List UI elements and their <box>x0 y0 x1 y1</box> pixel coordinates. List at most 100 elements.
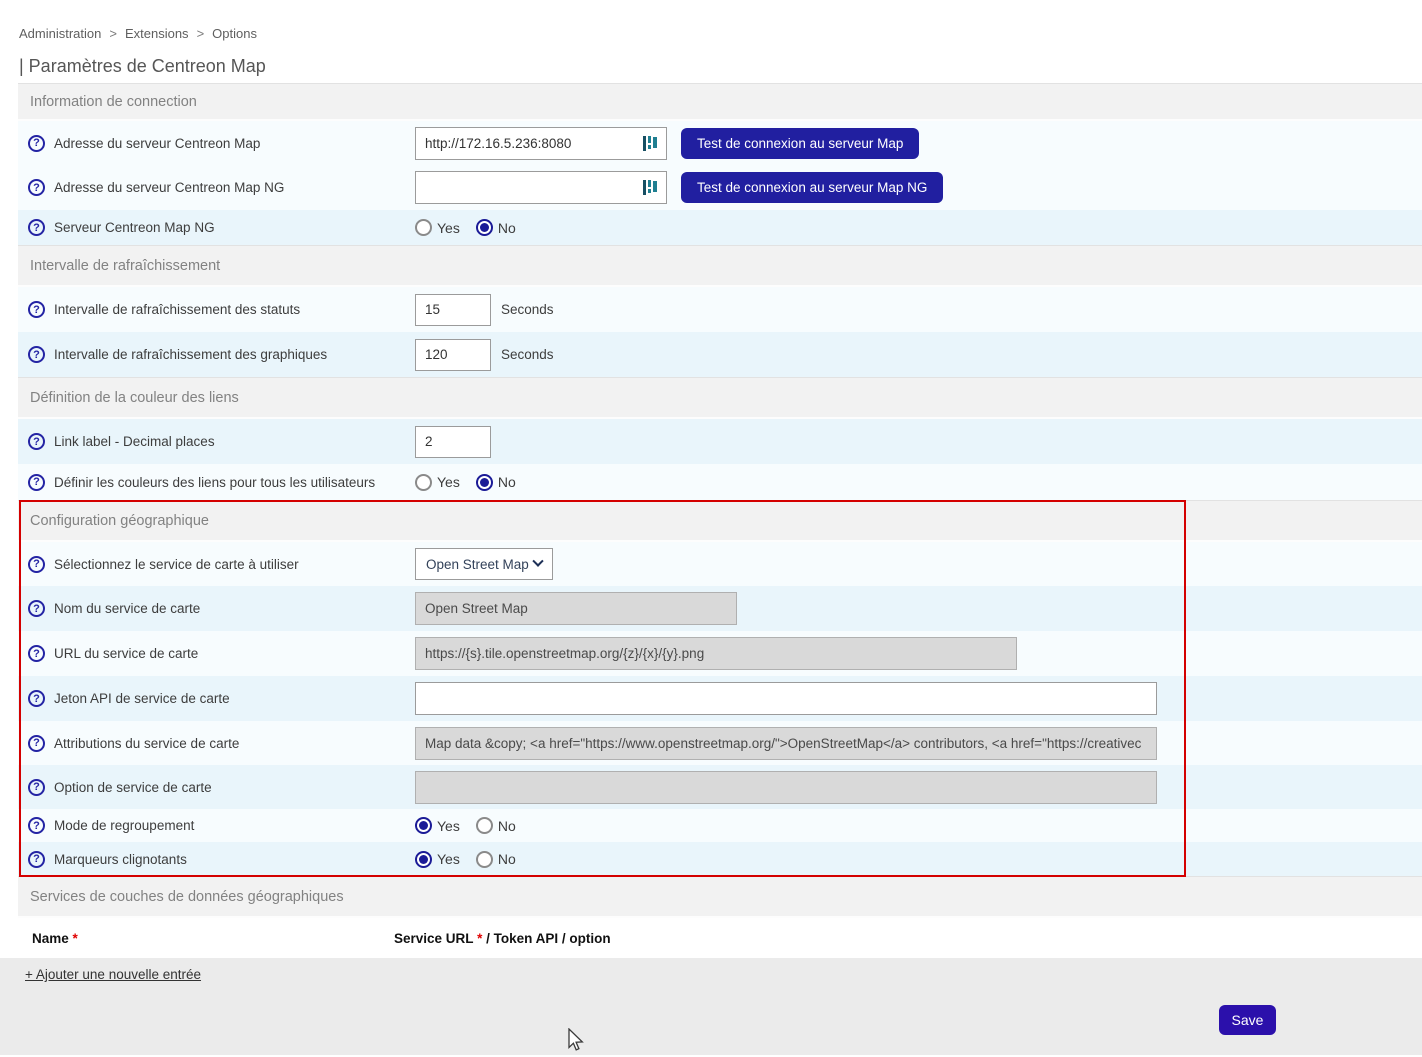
required-marker: * <box>73 931 78 946</box>
help-icon[interactable]: ? <box>28 433 45 450</box>
map-service-name-input <box>415 592 737 625</box>
decimal-places-label: Link label - Decimal places <box>54 434 215 449</box>
help-icon[interactable]: ? <box>28 600 45 617</box>
help-icon[interactable]: ? <box>28 851 45 868</box>
map-service-select-label: Sélectionnez le service de carte à utili… <box>54 557 299 572</box>
link-colors-radio-yes[interactable]: Yes <box>415 474 460 491</box>
link-colors-radio-no[interactable]: No <box>476 474 516 491</box>
row-decimal-places: ? Link label - Decimal places <box>18 419 1422 464</box>
breadcrumb-extensions[interactable]: Extensions <box>125 26 189 41</box>
graph-refresh-unit: Seconds <box>501 347 554 362</box>
service-option-input <box>415 771 1157 804</box>
section-header-geo: Configuration géographique <box>18 500 1422 542</box>
radio-icon <box>415 474 432 491</box>
breadcrumb-separator: > <box>109 26 117 41</box>
row-status-refresh: ? Intervalle de rafraîchissement des sta… <box>18 287 1422 332</box>
link-colors-all-users-label: Définir les couleurs des liens pour tous… <box>54 475 375 490</box>
link-colors-radio-group: Yes No <box>415 474 516 491</box>
radio-icon <box>415 851 432 868</box>
status-refresh-unit: Seconds <box>501 302 554 317</box>
help-icon[interactable]: ? <box>28 135 45 152</box>
help-icon[interactable]: ? <box>28 735 45 752</box>
geo-layers-table-header: Name * Service URL * / Token API / optio… <box>18 918 1422 958</box>
row-graph-refresh: ? Intervalle de rafraîchissement des gra… <box>18 332 1422 377</box>
help-icon[interactable]: ? <box>28 690 45 707</box>
radio-icon <box>476 851 493 868</box>
blinking-radio-yes[interactable]: Yes <box>415 851 460 868</box>
row-attribution: ? Attributions du service de carte <box>18 721 1422 765</box>
map-service-url-label: URL du service de carte <box>54 646 198 661</box>
map-service-select[interactable]: Open Street Map <box>415 548 553 580</box>
section-header-refresh: Intervalle de rafraîchissement <box>18 245 1422 287</box>
decimal-places-input[interactable] <box>415 426 491 458</box>
row-map-service-select: ? Sélectionnez le service de carte à uti… <box>18 542 1422 586</box>
section-header-link-color: Définition de la couleur des liens <box>18 377 1422 419</box>
service-option-label: Option de service de carte <box>54 780 212 795</box>
server-ng-radio-yes[interactable]: Yes <box>415 219 460 236</box>
api-token-input[interactable] <box>415 682 1157 715</box>
server-ng-radio-no[interactable]: No <box>476 219 516 236</box>
server-address-ng-label: Adresse du serveur Centreon Map NG <box>54 180 284 195</box>
row-service-option: ? Option de service de carte <box>18 765 1422 809</box>
save-button[interactable]: Save <box>1219 1005 1276 1035</box>
help-icon[interactable]: ? <box>28 179 45 196</box>
test-connection-map-button[interactable]: Test de connexion au serveur Map <box>681 128 919 159</box>
status-refresh-label: Intervalle de rafraîchissement des statu… <box>54 302 300 317</box>
row-server-ng-toggle: ? Serveur Centreon Map NG Yes No <box>18 210 1422 245</box>
radio-icon <box>476 219 493 236</box>
map-service-selected-value: Open Street Map <box>426 557 529 572</box>
clustering-radio-group: Yes No <box>415 817 516 834</box>
row-server-address: ? Adresse du serveur Centreon Map Test d… <box>18 121 1422 165</box>
bottom-band: + Ajouter une nouvelle entrée Save <box>0 958 1422 1055</box>
server-address-label: Adresse du serveur Centreon Map <box>54 136 260 151</box>
server-address-ng-input[interactable] <box>415 171 667 204</box>
breadcrumb-administration[interactable]: Administration <box>19 26 101 41</box>
password-manager-icon[interactable] <box>643 180 659 196</box>
radio-icon <box>476 474 493 491</box>
help-icon[interactable]: ? <box>28 817 45 834</box>
clustering-radio-no[interactable]: No <box>476 817 516 834</box>
row-server-address-ng: ? Adresse du serveur Centreon Map NG Tes… <box>18 165 1422 210</box>
breadcrumb: Administration > Extensions > Options <box>0 0 1422 50</box>
row-api-token: ? Jeton API de service de carte <box>18 676 1422 721</box>
row-map-service-name: ? Nom du service de carte <box>18 586 1422 631</box>
add-new-entry-link[interactable]: + Ajouter une nouvelle entrée <box>25 967 201 982</box>
column-service-url: Service URL * / Token API / option <box>394 931 611 946</box>
help-icon[interactable]: ? <box>28 219 45 236</box>
clustering-radio-yes[interactable]: Yes <box>415 817 460 834</box>
help-icon[interactable]: ? <box>28 301 45 318</box>
chevron-down-icon <box>532 556 543 567</box>
breadcrumb-options[interactable]: Options <box>212 26 257 41</box>
row-map-service-url: ? URL du service de carte <box>18 631 1422 676</box>
blinking-radio-group: Yes No <box>415 851 516 868</box>
row-clustering: ? Mode de regroupement Yes No <box>18 809 1422 842</box>
clustering-label: Mode de regroupement <box>54 818 194 833</box>
radio-icon <box>415 817 432 834</box>
radio-icon <box>476 817 493 834</box>
section-header-geo-layers: Services de couches de données géographi… <box>18 876 1422 918</box>
attribution-input <box>415 727 1157 760</box>
server-address-input[interactable] <box>415 127 667 160</box>
map-service-url-input <box>415 637 1017 670</box>
row-blinking-markers: ? Marqueurs clignotants Yes No <box>18 842 1422 876</box>
radio-icon <box>415 219 432 236</box>
help-icon[interactable]: ? <box>28 556 45 573</box>
help-icon[interactable]: ? <box>28 645 45 662</box>
required-marker: * <box>477 931 482 946</box>
graph-refresh-label: Intervalle de rafraîchissement des graph… <box>54 347 327 362</box>
server-ng-label: Serveur Centreon Map NG <box>54 220 215 235</box>
test-connection-map-ng-button[interactable]: Test de connexion au serveur Map NG <box>681 172 943 203</box>
options-form: Information de connection ? Adresse du s… <box>18 83 1422 958</box>
password-manager-icon[interactable] <box>643 136 659 152</box>
blinking-radio-no[interactable]: No <box>476 851 516 868</box>
graph-refresh-input[interactable] <box>415 339 491 371</box>
blinking-markers-label: Marqueurs clignotants <box>54 852 187 867</box>
help-icon[interactable]: ? <box>28 474 45 491</box>
status-refresh-input[interactable] <box>415 294 491 326</box>
map-service-name-label: Nom du service de carte <box>54 601 200 616</box>
api-token-label: Jeton API de service de carte <box>54 691 230 706</box>
help-icon[interactable]: ? <box>28 779 45 796</box>
attribution-label: Attributions du service de carte <box>54 736 239 751</box>
help-icon[interactable]: ? <box>28 346 45 363</box>
section-header-connection: Information de connection <box>18 83 1422 121</box>
